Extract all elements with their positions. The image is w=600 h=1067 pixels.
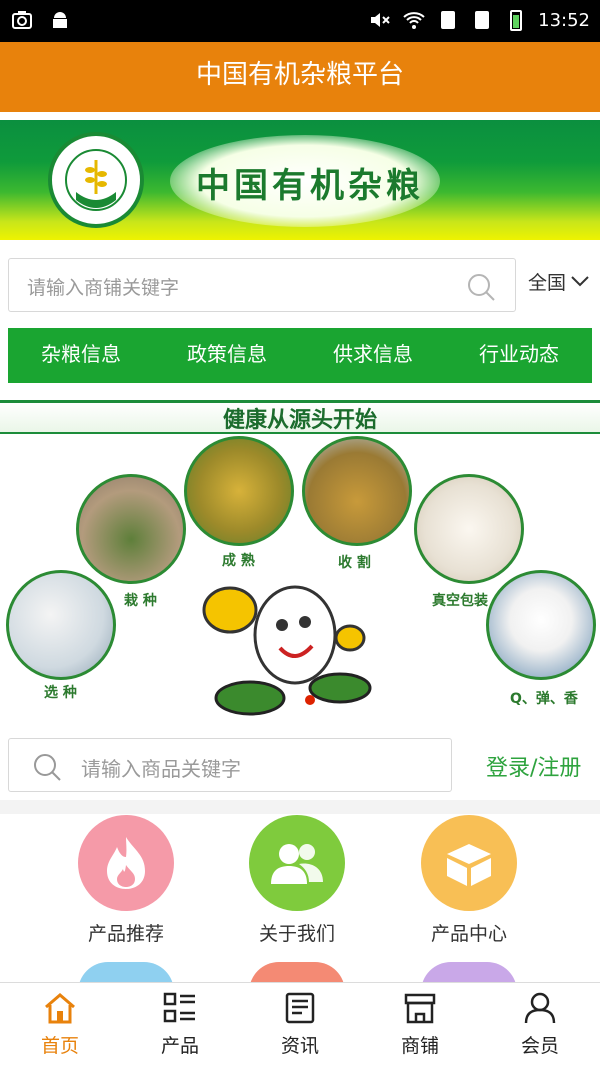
shop-search-input[interactable]: 请输入商铺关键字 [8,258,516,312]
status-time: 13:52 [538,9,590,31]
tab-home-label: 首页 [40,1035,79,1057]
category-tab-policy-info[interactable]: 政策信息 [154,328,300,383]
planting-photo [76,474,186,584]
promo-banner[interactable]: 健康从源头开始 选 种 栽 种 成 熟 收 割 真空包装 Q、弹、香 [0,400,600,728]
quick-link-about-label: 关于我们 [258,923,335,945]
wifi-icon [403,12,425,29]
step-label-select: 选 种 [44,685,77,701]
quick-link-recommend-label: 产品推荐 [87,923,164,945]
tab-products-label: 产品 [160,1035,199,1057]
harvest-photo [302,436,412,546]
grid-list-icon [163,992,195,1023]
quick-link-product-center[interactable]: 产品中心 [409,815,529,946]
category-bar: 杂粮信息 政策信息 供求信息 行业动态 [8,328,592,383]
category-tab-grain-info[interactable]: 杂粮信息 [8,328,154,383]
tab-home[interactable]: 首页 [0,983,120,1067]
tab-stores[interactable]: 商铺 [360,983,480,1067]
step-label-taste: Q、弹、香 [510,691,578,707]
sim2-icon [475,11,490,29]
ripening-photo [184,436,294,546]
banner-title: 中国有机杂粮 [196,166,424,206]
battery-icon [510,10,523,31]
quick-link-product-center-label: 产品中心 [430,923,507,945]
box-icon [447,844,491,886]
tab-member[interactable]: 会员 [480,983,600,1067]
product-search-input[interactable]: 请输入商品关键字 [8,738,452,792]
users-icon [271,844,323,884]
screenshot-icon [12,11,32,29]
tab-news[interactable]: 资讯 [240,983,360,1067]
rice-bowl-photo [486,570,596,680]
bottom-tab-bar: 首页 产品 资讯 商铺 会员 [0,982,600,1067]
tab-news-label: 资讯 [280,1035,319,1057]
step-label-plant: 栽 种 [124,593,157,609]
tab-products[interactable]: 产品 [120,983,240,1067]
tab-stores-label: 商铺 [400,1035,439,1057]
tab-member-label: 会员 [520,1035,559,1057]
quick-link-recommend-circle [78,815,174,911]
search-icon[interactable] [465,271,497,303]
user-icon [524,992,556,1024]
app-title-bar: 中国有机杂粮平台 [0,42,600,112]
organic-logo [48,132,144,228]
mascot-illustration [202,585,372,716]
promo-headline: 健康从源头开始 [222,408,377,433]
home-icon [45,993,75,1024]
login-register-link[interactable]: 登录/注册 [486,750,581,782]
search-icon [34,754,61,781]
quick-link-about[interactable]: 关于我们 [237,815,357,946]
chevron-down-icon [571,276,589,287]
category-tab-supply-demand[interactable]: 供求信息 [300,328,446,383]
store-icon [404,993,436,1024]
news-icon [285,992,315,1024]
mute-icon [371,13,390,27]
vacuum-pack-photo [414,474,524,584]
quick-link-product-center-circle [421,815,517,911]
region-label: 全国 [528,272,567,294]
app-title: 中国有机杂粮平台 [195,60,404,90]
product-search-placeholder: 请输入商品关键字 [81,757,241,781]
step-label-vacuum: 真空包装 [432,593,488,609]
status-bar: 13:52 [0,0,600,42]
section-divider [0,800,600,814]
sim1-icon [441,11,456,29]
shop-search-placeholder: 请输入商铺关键字 [27,277,180,299]
region-selector[interactable]: 全国 [528,268,589,295]
android-icon [53,12,67,28]
flame-icon [107,837,145,889]
step-label-ripen: 成 熟 [222,553,255,569]
step-label-harvest: 收 割 [338,555,371,571]
quick-link-about-circle [249,815,345,911]
category-tab-industry-news[interactable]: 行业动态 [446,328,592,383]
selection-photo [6,570,116,680]
quick-link-recommend[interactable]: 产品推荐 [66,815,186,946]
